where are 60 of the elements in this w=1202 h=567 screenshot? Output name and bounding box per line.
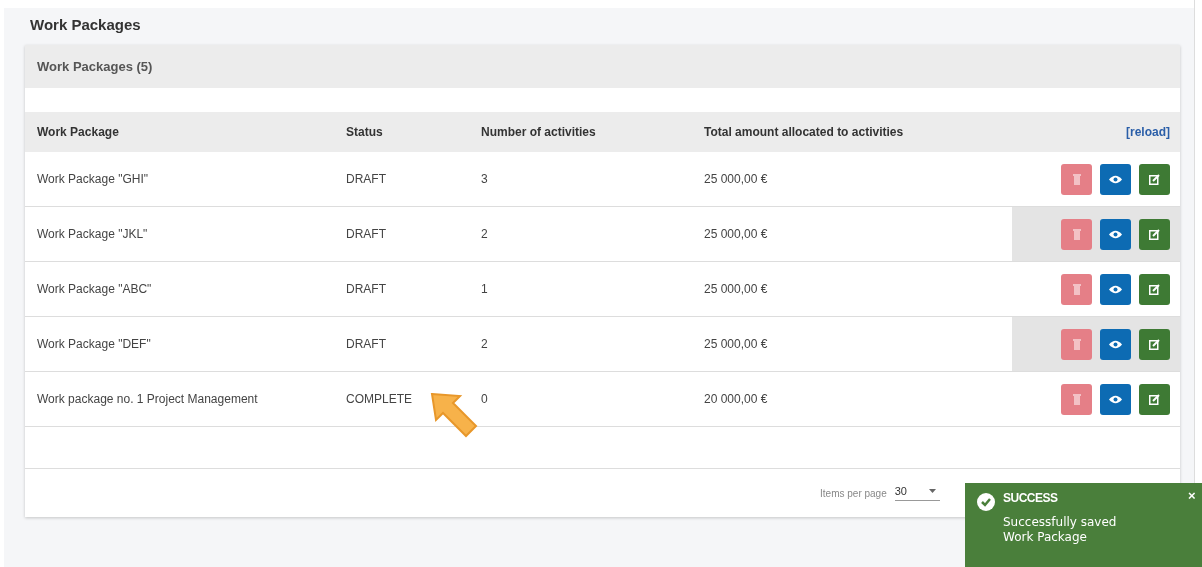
trash-icon bbox=[1072, 228, 1081, 240]
table-cell: Work Package "DEF" bbox=[25, 317, 346, 372]
eye-icon bbox=[1109, 284, 1122, 294]
delete-button[interactable] bbox=[1061, 383, 1092, 415]
trash-icon bbox=[1072, 173, 1081, 185]
table-cell: Work package no. 1 Project Management bbox=[25, 372, 346, 427]
table-cell: DRAFT bbox=[346, 317, 481, 372]
edit-button[interactable] bbox=[1139, 328, 1170, 360]
table-cell: Work Package "ABC" bbox=[25, 262, 346, 317]
reload-link[interactable]: [reload] bbox=[1012, 112, 1180, 152]
items-per-page-select[interactable]: 30 bbox=[894, 485, 940, 501]
view-button[interactable] bbox=[1100, 163, 1131, 195]
delete-button[interactable] bbox=[1061, 273, 1092, 305]
table-cell: 25 000,00 € bbox=[704, 262, 1012, 317]
trash-icon bbox=[1072, 338, 1081, 350]
caret-icon bbox=[929, 489, 936, 493]
table-cell: 3 bbox=[481, 152, 704, 207]
toast-message: Successfully saved Work Package bbox=[1003, 515, 1118, 545]
delete-button[interactable] bbox=[1061, 163, 1092, 195]
column-header: Work Package bbox=[25, 112, 346, 152]
table-cell: 2 bbox=[481, 317, 704, 372]
edit-icon bbox=[1149, 283, 1160, 295]
toast-title: SUCCESS bbox=[1003, 491, 1059, 505]
table-cell: 0 bbox=[481, 372, 704, 427]
edit-icon bbox=[1149, 173, 1160, 185]
table-cell: DRAFT bbox=[346, 207, 481, 262]
trash-icon bbox=[1072, 393, 1081, 405]
trash-icon bbox=[1072, 283, 1081, 295]
edit-button[interactable] bbox=[1139, 163, 1170, 195]
table-cell: 20 000,00 € bbox=[704, 372, 1012, 427]
items-per-page-label: Items per page bbox=[820, 487, 887, 499]
edit-icon bbox=[1149, 393, 1160, 405]
table-cell: DRAFT bbox=[346, 152, 481, 207]
eye-icon bbox=[1109, 394, 1122, 404]
table-cell: 1 bbox=[481, 262, 704, 317]
table-cell: 25 000,00 € bbox=[704, 152, 1012, 207]
pointer-arrow-icon bbox=[430, 392, 480, 438]
edit-icon bbox=[1149, 228, 1160, 240]
view-button[interactable] bbox=[1100, 218, 1131, 250]
edit-icon bbox=[1149, 338, 1160, 350]
view-button[interactable] bbox=[1100, 328, 1131, 360]
column-header: Total amount allocated to activities bbox=[704, 112, 1012, 152]
column-header: Number of activities bbox=[481, 112, 704, 152]
table-cell: Work Package "GHI" bbox=[25, 152, 346, 207]
check-circle-icon bbox=[977, 493, 995, 511]
edit-button[interactable] bbox=[1139, 273, 1170, 305]
table-cell: 2 bbox=[481, 207, 704, 262]
edit-button[interactable] bbox=[1139, 218, 1170, 250]
edit-button[interactable] bbox=[1139, 383, 1170, 415]
card-title: Work Packages (5) bbox=[25, 45, 1180, 88]
page-title: Work Packages bbox=[30, 16, 142, 33]
close-button[interactable]: × bbox=[1188, 491, 1202, 501]
table-cell: Work Package "JKL" bbox=[25, 207, 346, 262]
eye-icon bbox=[1109, 339, 1122, 349]
column-header: Status bbox=[346, 112, 481, 152]
table-cell: DRAFT bbox=[346, 262, 481, 317]
eye-icon bbox=[1109, 229, 1122, 239]
view-button[interactable] bbox=[1100, 273, 1131, 305]
view-button[interactable] bbox=[1100, 383, 1131, 415]
eye-icon bbox=[1109, 174, 1122, 184]
